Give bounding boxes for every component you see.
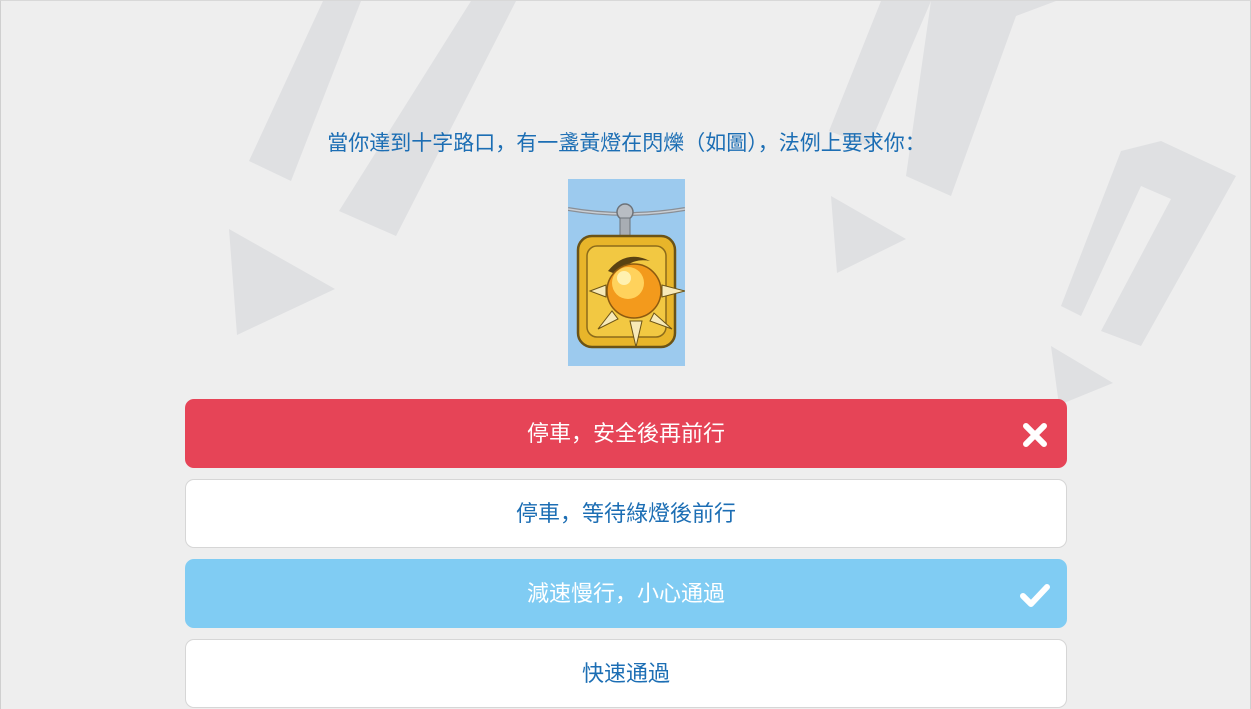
answer-option-label: 減速慢行，小心通過 xyxy=(526,582,725,607)
answer-option-label: 快速通過 xyxy=(581,662,670,687)
check-icon xyxy=(1020,584,1050,607)
answer-option-label: 停車，安全後再前行 xyxy=(526,422,725,447)
quiz-page: 當你達到十字路口，有一盞黃燈在閃爍（如圖），法例上要求你： 停車，安全後再前行 xyxy=(0,0,1251,709)
answer-option-4[interactable]: 快速通過 xyxy=(185,639,1067,708)
answer-option-3[interactable]: 減速慢行，小心通過 xyxy=(185,559,1067,628)
question-text: 當你達到十字路口，有一盞黃燈在閃爍（如圖），法例上要求你： xyxy=(327,131,926,155)
answer-option-1[interactable]: 停車，安全後再前行 xyxy=(185,399,1067,468)
cross-icon xyxy=(1023,423,1047,447)
flashing-amber-light-image xyxy=(568,179,685,366)
answer-option-label: 停車，等待綠燈後前行 xyxy=(515,502,736,527)
answer-option-2[interactable]: 停車，等待綠燈後前行 xyxy=(185,479,1067,548)
